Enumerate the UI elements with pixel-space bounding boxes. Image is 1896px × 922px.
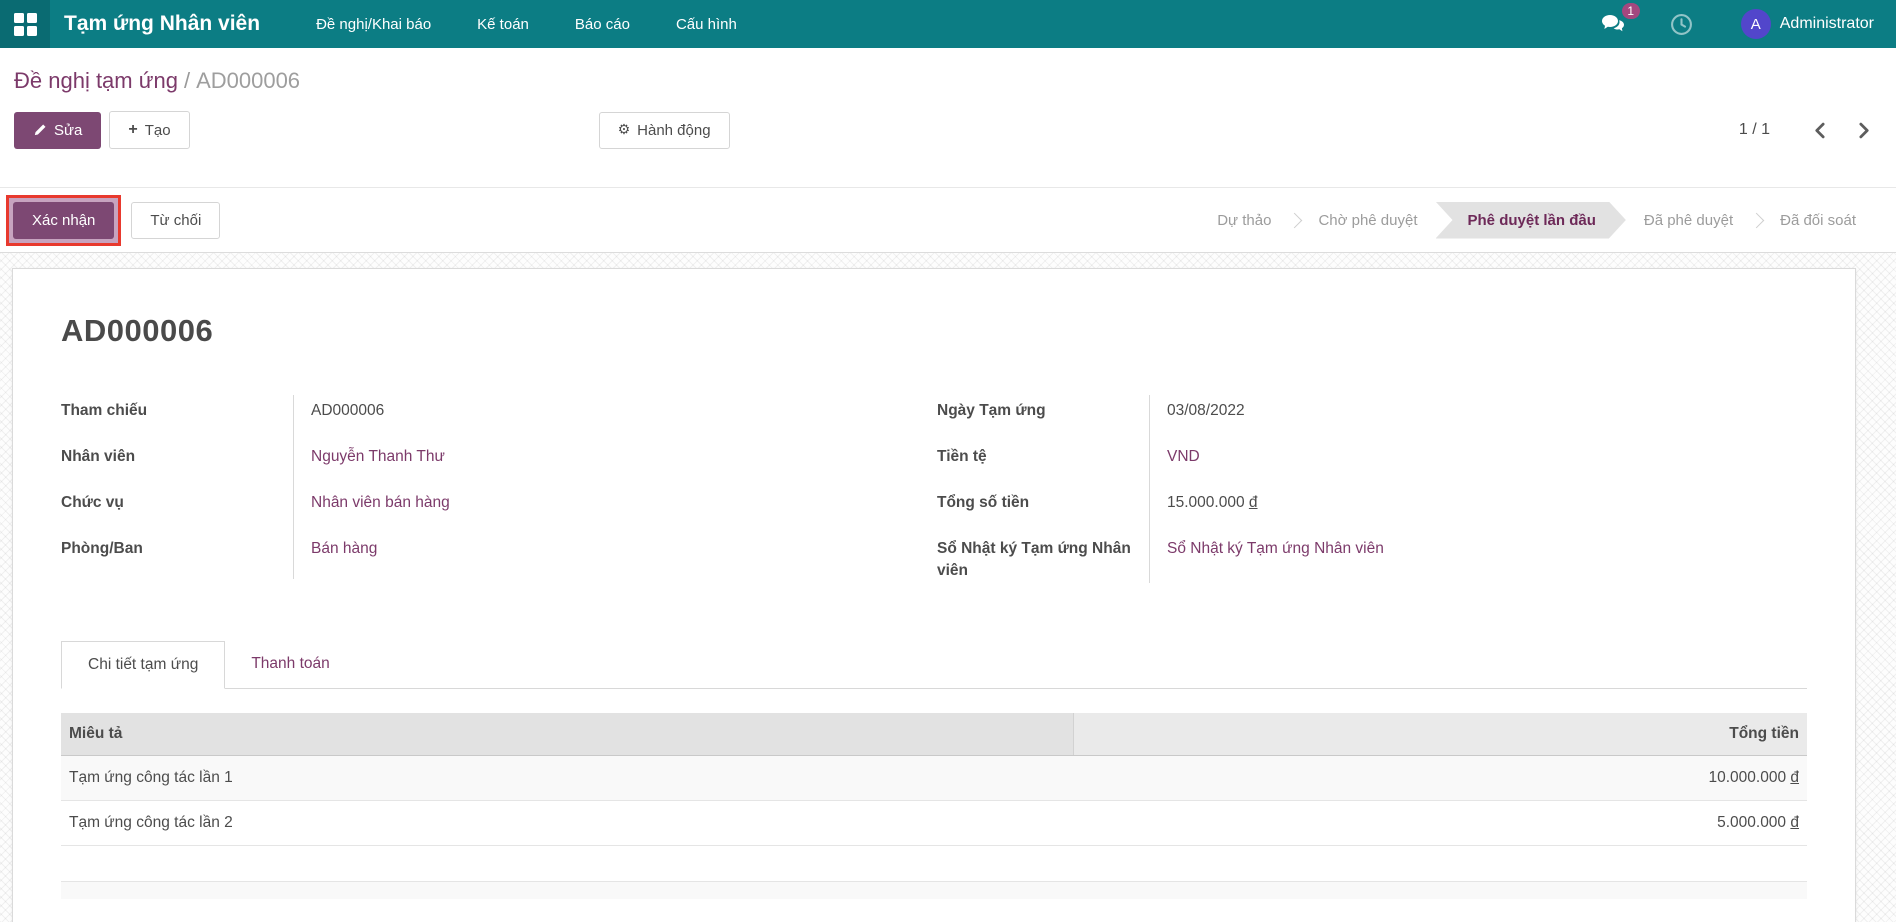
field-value-chuc-vu-link[interactable]: Nhân viên bán hàng (311, 494, 450, 511)
navbar-menus: Đề nghị/Khai báo Kế toán Báo cáo Cấu hìn… (316, 16, 737, 33)
field-row: Phòng/Ban Bán hàng (61, 533, 931, 579)
form-sheet: AD000006 Tham chiếu AD000006 Nhân viên N… (12, 268, 1856, 922)
breadcrumb-current: AD000006 (196, 68, 301, 93)
action-button-label: Hành động (637, 121, 711, 139)
field-value-ngay-tam-ung: 03/08/2022 (1149, 395, 1807, 441)
field-group-right: Ngày Tạm ứng 03/08/2022 Tiền tệ VND Tổng… (937, 395, 1807, 583)
state-separator-icon (1748, 212, 1765, 228)
notebook-tabs: Chi tiết tạm ứng Thanh toán (61, 640, 1807, 689)
pencil-icon (34, 124, 46, 136)
state-phe-duyet-lan-dau[interactable]: Phê duyệt lần đầu (1436, 202, 1626, 239)
field-row: Chức vụ Nhân viên bán hàng (61, 487, 931, 533)
menu-de-nghi-khai-bao[interactable]: Đề nghị/Khai báo (316, 16, 431, 33)
chat-icon (1601, 15, 1624, 32)
pager-arrows (1812, 122, 1872, 139)
field-value-so-nhat-ky-link[interactable]: Sổ Nhật ký Tạm ứng Nhân viên (1167, 540, 1384, 557)
chevron-right-icon[interactable] (1855, 122, 1872, 139)
table-header-row: Miêu tả Tổng tiền (61, 712, 1807, 756)
reject-button-label: Từ chối (150, 211, 202, 229)
currency-symbol: đ (1790, 813, 1799, 831)
confirm-button-label: Xác nhận (32, 211, 96, 229)
field-row: Ngày Tạm ứng 03/08/2022 (937, 395, 1807, 441)
cell-amount: 5.000.000 đ (1073, 800, 1807, 846)
sheet-background: AD000006 Tham chiếu AD000006 Nhân viên N… (0, 253, 1896, 922)
breadcrumb-parent-link[interactable]: Đề nghị tạm ứng (14, 68, 178, 93)
edit-button[interactable]: Sửa (14, 111, 102, 149)
gear-icon: ⚙ (617, 122, 631, 138)
messages-badge: 1 (1621, 3, 1640, 19)
field-value-nhan-vien-link[interactable]: Nguyễn Thanh Thư (311, 448, 445, 465)
menu-bao-cao[interactable]: Báo cáo (575, 16, 630, 33)
column-header-description[interactable]: Miêu tả (61, 712, 1075, 756)
create-button-label: Tạo (144, 121, 171, 139)
currency-symbol: đ (1248, 494, 1258, 511)
field-value-phong-ban-link[interactable]: Bán hàng (311, 540, 377, 557)
cell-description: Tạm ứng công tác lần 1 (61, 755, 1074, 801)
column-header-amount[interactable]: Tổng tiền (1073, 712, 1807, 756)
pager-counter: 1 / 1 (1738, 121, 1770, 138)
field-label-chuc-vu: Chức vụ (61, 494, 124, 511)
activities-button[interactable] (1670, 13, 1693, 36)
user-name: Administrator (1779, 15, 1874, 32)
empty-table-row (61, 881, 1807, 900)
action-button[interactable]: ⚙ Hành động (598, 111, 730, 149)
field-label-so-nhat-ky: Sổ Nhật ký Tạm ứng Nhân viên (937, 540, 1131, 580)
state-du-thao[interactable]: Dự thảo (1201, 212, 1287, 229)
annotation-highlight-box: Xác nhận (6, 194, 122, 246)
state-cho-phe-duyet[interactable]: Chờ phê duyệt (1302, 212, 1433, 229)
pager: 1 / 1 (1739, 121, 1872, 139)
field-label-tien-te: Tiền tệ (937, 448, 987, 465)
confirm-button[interactable]: Xác nhận (13, 201, 115, 239)
user-menu[interactable]: A Administrator (1740, 9, 1874, 39)
field-label-tong-so-tien: Tổng số tiền (937, 494, 1030, 511)
reject-button[interactable]: Từ chối (131, 201, 221, 239)
field-groups: Tham chiếu AD000006 Nhân viên Nguyễn Tha… (61, 395, 1807, 583)
field-row: Sổ Nhật ký Tạm ứng Nhân viên Sổ Nhật ký … (937, 533, 1807, 583)
clock-icon (1670, 13, 1692, 35)
messages-button[interactable]: 1 (1600, 3, 1640, 36)
edit-button-label: Sửa (54, 121, 83, 139)
plus-icon: + (128, 121, 138, 138)
statusbar: Xác nhận Từ chối Dự thảo Chờ phê duyệt P… (0, 187, 1896, 253)
state-da-phe-duyet[interactable]: Đã phê duyệt (1628, 212, 1749, 229)
menu-ke-toan[interactable]: Kế toán (477, 16, 529, 33)
field-value-tham-chieu: AD000006 (293, 395, 931, 441)
status-pipeline: Dự thảo Chờ phê duyệt Phê duyệt lần đầu … (1201, 202, 1872, 239)
field-row: Tổng số tiền 15.000.000 đ (937, 487, 1807, 533)
avatar: A (1740, 9, 1771, 39)
top-navbar: Tạm ứng Nhân viên Đề nghị/Khai báo Kế to… (0, 0, 1896, 48)
create-button[interactable]: + Tạo (109, 111, 190, 149)
field-group-left: Tham chiếu AD000006 Nhân viên Nguyễn Tha… (61, 395, 931, 583)
field-label-tham-chieu: Tham chiếu (61, 402, 148, 419)
advance-lines-table: Miêu tả Tổng tiền Tạm ứng công tác lần 1… (61, 712, 1807, 900)
empty-table-row (61, 845, 1807, 882)
state-separator-icon (1287, 212, 1303, 228)
field-label-phong-ban: Phòng/Ban (61, 540, 143, 557)
currency-symbol: đ (1790, 768, 1799, 786)
app-title: Tạm ứng Nhân viên (64, 12, 261, 35)
apps-grid-icon (13, 12, 37, 36)
chevron-left-icon[interactable] (1812, 122, 1829, 139)
field-value-tong-so-tien: 15.000.000 đ (1149, 487, 1807, 533)
tab-chi-tiet-tam-ung[interactable]: Chi tiết tạm ứng (61, 640, 226, 689)
field-row: Tiền tệ VND (937, 441, 1807, 487)
cell-amount: 10.000.000 đ (1073, 755, 1807, 801)
breadcrumb: Đề nghị tạm ứng / AD000006 (14, 68, 1872, 94)
field-label-ngay-tam-ung: Ngày Tạm ứng (937, 402, 1046, 419)
field-value-tien-te-link[interactable]: VND (1167, 448, 1200, 465)
record-title: AD000006 (61, 313, 214, 348)
table-row[interactable]: Tạm ứng công tác lần 1 10.000.000 đ (61, 755, 1807, 801)
field-row: Nhân viên Nguyễn Thanh Thư (61, 441, 931, 487)
tab-thanh-toan[interactable]: Thanh toán (225, 641, 355, 688)
control-panel-buttons: Sửa + Tạo ⚙ Hành động 1 / 1 (14, 111, 1872, 149)
state-da-doi-soat[interactable]: Đã đối soát (1764, 212, 1872, 229)
apps-menu-button[interactable] (0, 0, 50, 48)
field-row: Tham chiếu AD000006 (61, 395, 931, 441)
table-row[interactable]: Tạm ứng công tác lần 2 5.000.000 đ (61, 800, 1807, 846)
menu-cau-hinh[interactable]: Cấu hình (676, 16, 737, 33)
control-panel: Đề nghị tạm ứng / AD000006 Sửa + Tạo ⚙ Hàn… (0, 48, 1896, 187)
field-label-nhan-vien: Nhân viên (61, 448, 136, 465)
cell-description: Tạm ứng công tác lần 2 (61, 800, 1074, 846)
breadcrumb-separator: / (183, 68, 191, 93)
